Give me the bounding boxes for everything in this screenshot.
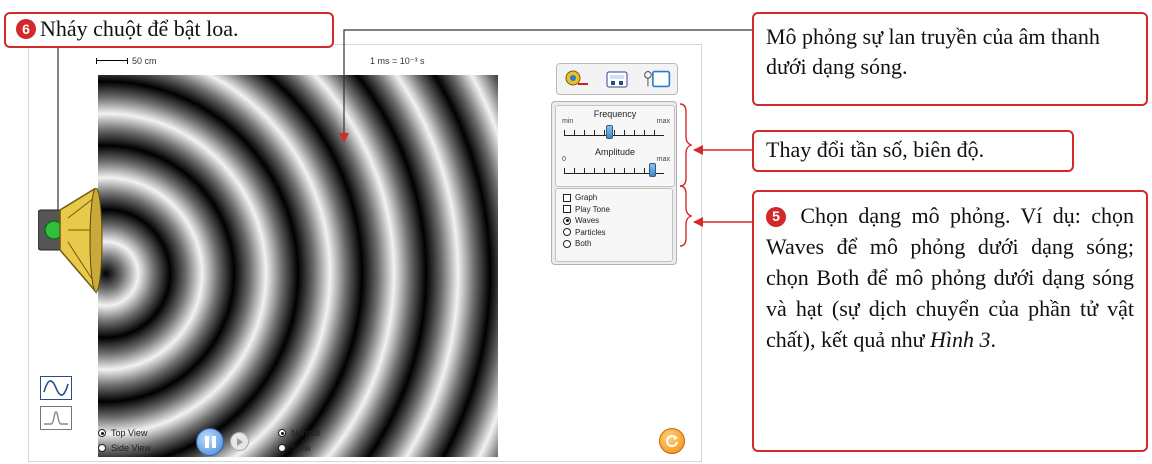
both-radio-dot[interactable] [563,239,571,248]
callout-choose-mode: 5 Chọn dạng mô phỏng. Ví dụ: chọn Waves … [752,190,1148,452]
distance-scale-label: 50 cm [132,56,157,66]
top-view-label: Top View [111,428,148,438]
step-icon [236,437,243,446]
play-tone-label: Play Tone [575,204,610,214]
time-scale-label: 1 ms = 10⁻³ s [370,56,425,66]
slider-group: Frequency min max Amplitude 0 max [555,105,675,187]
reset-button[interactable] [659,428,685,454]
normal-speed-radio-dot[interactable] [278,429,286,437]
pressure-meter-icon[interactable] [643,68,671,90]
control-panel: Frequency min max Amplitude 0 max Graph … [551,101,677,265]
display-options: Graph Play Tone Waves Particles Both [555,188,673,262]
frequency-slider-thumb[interactable] [605,125,613,139]
side-view-radio[interactable]: Side View [98,443,151,453]
callout-frequency-amplitude-text: Thay đổi tần số, biên độ. [766,137,985,162]
wave-field [98,75,498,457]
callout-turn-on-speaker-text: Nháy chuột để bật loa. [40,16,239,41]
top-view-radio-dot[interactable] [98,429,106,437]
speaker-measure-icon[interactable] [563,68,591,90]
reset-icon [666,435,678,448]
graph-checkbox[interactable]: Graph [563,192,672,204]
stopwatch-icon[interactable] [603,68,631,90]
side-view-radio-dot[interactable] [98,444,106,452]
normal-speed-label: Normal [291,428,321,438]
particles-radio[interactable]: Particles [563,227,672,239]
distance-scale-bar [96,58,128,64]
step-6-badge: 6 [16,19,36,39]
amplitude-slider-thumb[interactable] [648,163,656,177]
distance-scale: 50 cm [96,56,157,66]
both-radio[interactable]: Both [563,238,672,250]
slow-speed-radio-dot[interactable] [278,444,286,452]
speaker-icon [37,186,103,295]
amplitude-max-label: max [656,156,670,163]
slow-speed-radio[interactable]: Slow [278,443,311,453]
callout-frequency-amplitude: Thay đổi tần số, biên độ. [752,130,1074,172]
top-view-radio[interactable]: Top View [98,428,147,438]
side-view-label: Side View [111,443,151,453]
speaker-button[interactable] [37,186,138,298]
step-5-badge: 5 [766,206,786,227]
figure-reference: Hình 3 [930,327,991,352]
particles-label: Particles [575,227,606,237]
graph-label: Graph [575,193,598,203]
tool-bar [556,63,678,95]
pause-icon [204,436,216,448]
frequency-min-label: min [562,118,574,125]
waves-radio-dot[interactable] [563,216,571,225]
sine-wave-icon[interactable] [40,376,72,400]
both-label: Both [575,239,592,249]
normal-speed-radio[interactable]: Normal [278,428,320,438]
slow-speed-label: Slow [291,443,311,453]
pause-button[interactable] [196,428,224,456]
callout-propagation-text: Mô phỏng sự lan truyền của âm thanh dưới… [766,24,1100,79]
graph-checkbox-box[interactable] [563,193,571,202]
callout-turn-on-speaker: 6 Nháy chuột để bật loa. [4,12,334,48]
frequency-max-label: max [656,118,670,125]
play-tone-checkbox-box[interactable] [563,205,571,214]
step-button[interactable] [230,432,249,451]
frequency-slider-track[interactable] [564,126,664,136]
waves-label: Waves [575,216,600,226]
amplitude-min-label: 0 [562,156,566,163]
play-tone-checkbox[interactable]: Play Tone [563,204,672,216]
callout-choose-mode-end: . [990,327,997,352]
pulse-wave-icon[interactable] [40,406,72,430]
callout-propagation: Mô phỏng sự lan truyền của âm thanh dưới… [752,12,1148,106]
waves-radio[interactable]: Waves [563,215,672,227]
particles-radio-dot[interactable] [563,228,571,237]
